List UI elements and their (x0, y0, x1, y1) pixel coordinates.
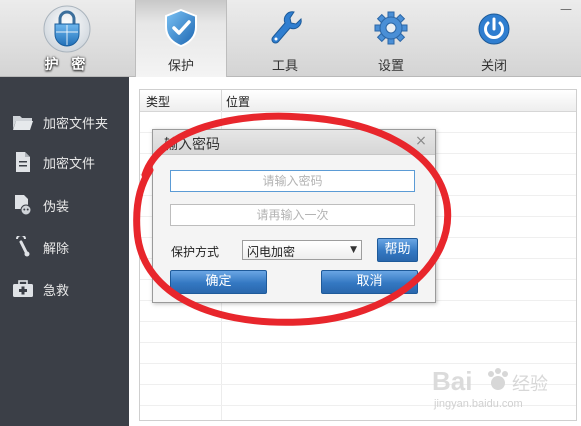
paw-icon (488, 368, 508, 390)
folder-icon (13, 116, 33, 130)
sidebar-item-label: 加密文件夹 (43, 117, 109, 132)
ok-button[interactable]: 确定 (170, 270, 267, 294)
tab-tools[interactable]: 工具 (240, 0, 330, 76)
help-button[interactable]: 帮助 (377, 238, 418, 262)
tab-protect[interactable]: 保护 (135, 0, 227, 77)
sidebar-item-first-aid[interactable]: 急救 (0, 270, 129, 308)
cancel-button[interactable]: 取消 (321, 270, 418, 294)
row-gridline (140, 321, 576, 322)
disguise-icon (15, 195, 32, 216)
dialog-close-button[interactable]: × (413, 133, 429, 149)
gear-icon (374, 11, 408, 45)
tab-close[interactable]: 关闭 (449, 0, 539, 76)
password-input[interactable] (170, 170, 415, 192)
unlock-icon (16, 236, 30, 257)
brand: 护 密 (0, 0, 134, 76)
first-aid-icon (13, 280, 33, 297)
watermark-url: jingyan.baidu.com (433, 398, 523, 410)
tab-settings[interactable]: 设置 (346, 0, 436, 76)
sidebar-item-remove[interactable]: 解除 (0, 228, 129, 266)
power-icon (478, 13, 510, 45)
row-gridline (140, 342, 576, 343)
tab-tools-label: 工具 (271, 59, 298, 74)
minimize-button[interactable]: — (559, 3, 573, 15)
sidebar: 加密文件夹 加密文件 伪装 解除 急救 (0, 77, 129, 426)
chevron-down-icon: ▼ (350, 245, 357, 255)
wrench-icon (271, 11, 302, 44)
watermark-brand-suffix: 经验 (512, 374, 548, 395)
app-window: — 护 密 保护 工具 设置 关闭 加密文件夹 加密文件 伪装 解除 急救 类型… (0, 0, 581, 426)
watermark-brand-text: Bai (432, 366, 472, 396)
tab-close-label: 关闭 (480, 59, 507, 74)
baidu-jingyan-watermark: Bai 经验 jingyan.baidu.com (432, 366, 548, 410)
sidebar-item-encrypt-file[interactable]: 加密文件 (0, 143, 129, 181)
file-icon (16, 152, 30, 172)
table-header: 类型 位置 (140, 90, 576, 112)
column-header-type[interactable]: 类型 (146, 93, 170, 110)
sidebar-item-label: 解除 (43, 242, 70, 257)
dialog-title: 输入密码 (164, 137, 220, 153)
password-dialog: 输入密码 × 保护方式 闪电加密 ▼ 帮助 确定 取消 (152, 129, 436, 303)
confirm-password-input[interactable] (170, 204, 415, 226)
protection-mode-value: 闪电加密 (247, 245, 296, 259)
sidebar-item-encrypt-folder[interactable]: 加密文件夹 (0, 103, 129, 141)
protection-mode-label: 保护方式 (171, 245, 220, 259)
protection-mode-select[interactable]: 闪电加密 ▼ (242, 240, 362, 260)
sidebar-item-label: 急救 (43, 284, 70, 299)
column-header-location[interactable]: 位置 (226, 93, 250, 110)
sidebar-item-label: 加密文件 (43, 157, 96, 172)
brand-label: 护 密 (44, 57, 90, 73)
column-divider[interactable] (221, 90, 222, 111)
sidebar-item-disguise[interactable]: 伪装 (0, 186, 129, 224)
tab-protect-label: 保护 (167, 59, 194, 74)
sidebar-item-label: 伪装 (43, 200, 70, 215)
shield-icon (165, 8, 197, 48)
dialog-titlebar[interactable]: 输入密码 × (153, 130, 435, 155)
tab-settings-label: 设置 (377, 59, 404, 74)
close-icon: × (415, 133, 427, 149)
toolbar-header: — 护 密 保护 工具 设置 关闭 (0, 0, 581, 77)
lock-shield-logo-icon (43, 5, 91, 53)
